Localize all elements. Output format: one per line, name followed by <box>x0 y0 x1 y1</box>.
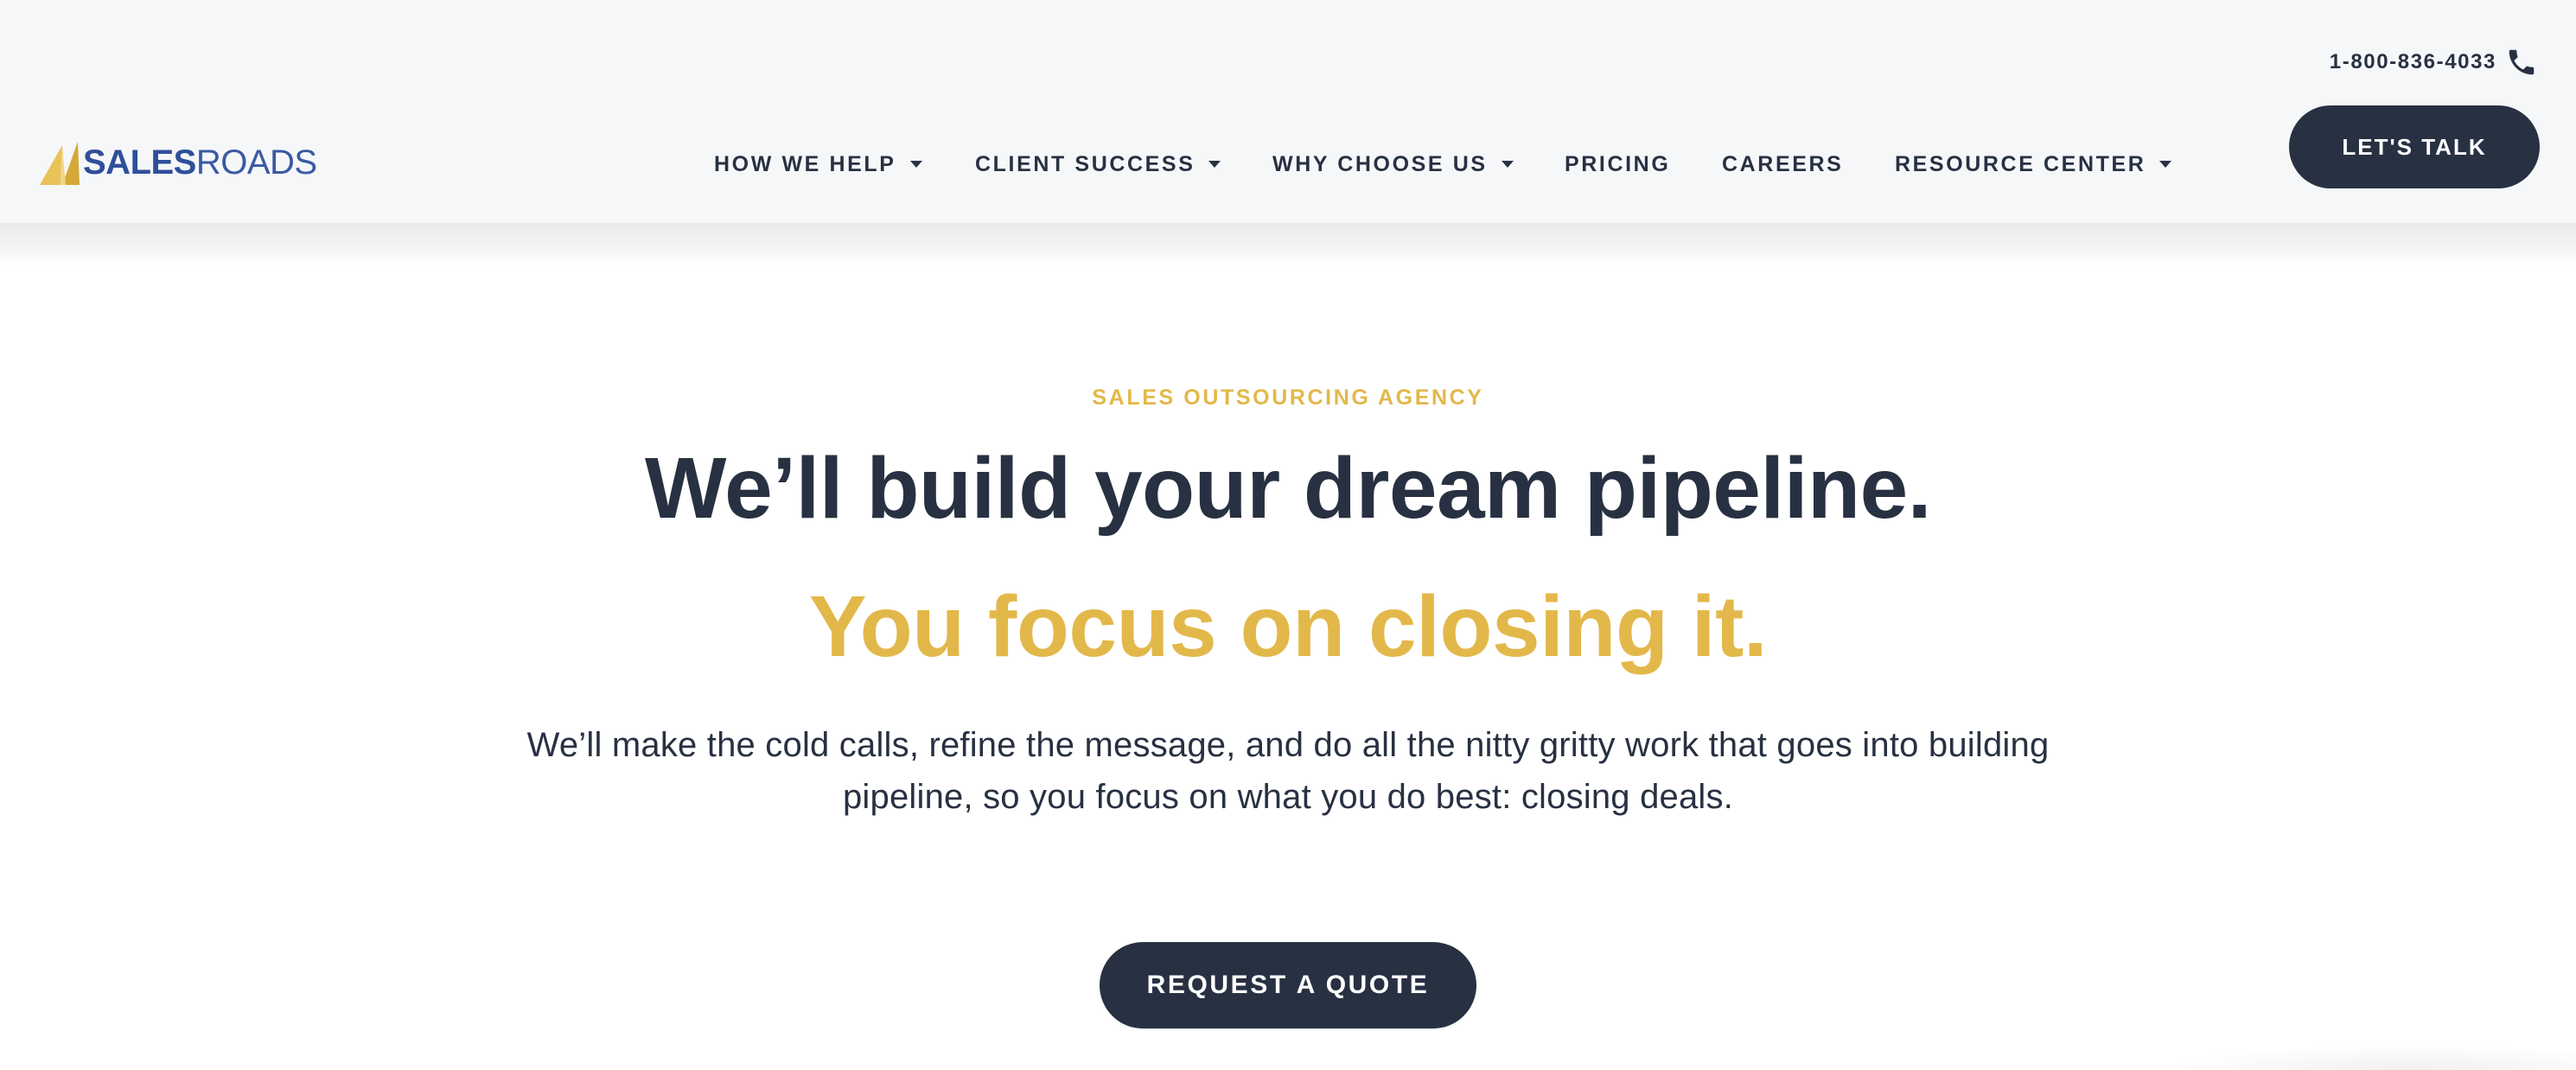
main-nav: HOW WE HELP CLIENT SUCCESS WHY CHOOSE US… <box>0 149 2576 180</box>
nav-label: RESOURCE CENTER <box>1895 151 2146 176</box>
chevron-down-icon <box>2159 161 2172 168</box>
chevron-down-icon <box>1501 161 1514 168</box>
nav-resource-center[interactable]: RESOURCE CENTER <box>1895 149 2172 180</box>
hero-lede: We’ll make the cold calls, refine the me… <box>526 726 2050 816</box>
nav-label: PRICING <box>1565 151 1671 176</box>
nav-label: HOW WE HELP <box>714 151 896 176</box>
header-shadow <box>0 223 2576 266</box>
chevron-down-icon <box>909 161 922 168</box>
phone-number[interactable]: 1-800-836-4033 <box>2330 50 2496 74</box>
floating-widget-shadow <box>2161 1044 2576 1070</box>
nav-client-success[interactable]: CLIENT SUCCESS <box>975 149 1221 180</box>
nav-label: WHY CHOOSE US <box>1272 151 1488 176</box>
nav-label: CLIENT SUCCESS <box>975 151 1196 176</box>
site-header: SALESROADS 1-800-836-4033 HOW WE HELP CL… <box>0 0 2576 223</box>
lets-talk-button[interactable]: LET'S TALK <box>2289 105 2540 188</box>
nav-how-we-help[interactable]: HOW WE HELP <box>714 149 922 180</box>
nav-pricing[interactable]: PRICING <box>1565 149 1670 180</box>
nav-label: CAREERS <box>1722 151 1844 176</box>
chevron-down-icon <box>1208 161 1221 168</box>
phone-icon <box>2509 49 2535 75</box>
hero-subhead: You focus on closing it. <box>808 578 1768 675</box>
nav-why-choose-us[interactable]: WHY CHOOSE US <box>1272 149 1514 180</box>
hero-headline: We’ll build your dream pipeline. <box>645 440 1931 537</box>
nav-careers[interactable]: CAREERS <box>1722 149 1843 180</box>
phone-contact[interactable]: 1-800-836-4033 <box>2330 45 2538 80</box>
request-quote-button[interactable]: REQUEST A QUOTE <box>1100 942 1476 1029</box>
hero-eyebrow: SALES OUTSOURCING AGENCY <box>1092 385 1484 410</box>
